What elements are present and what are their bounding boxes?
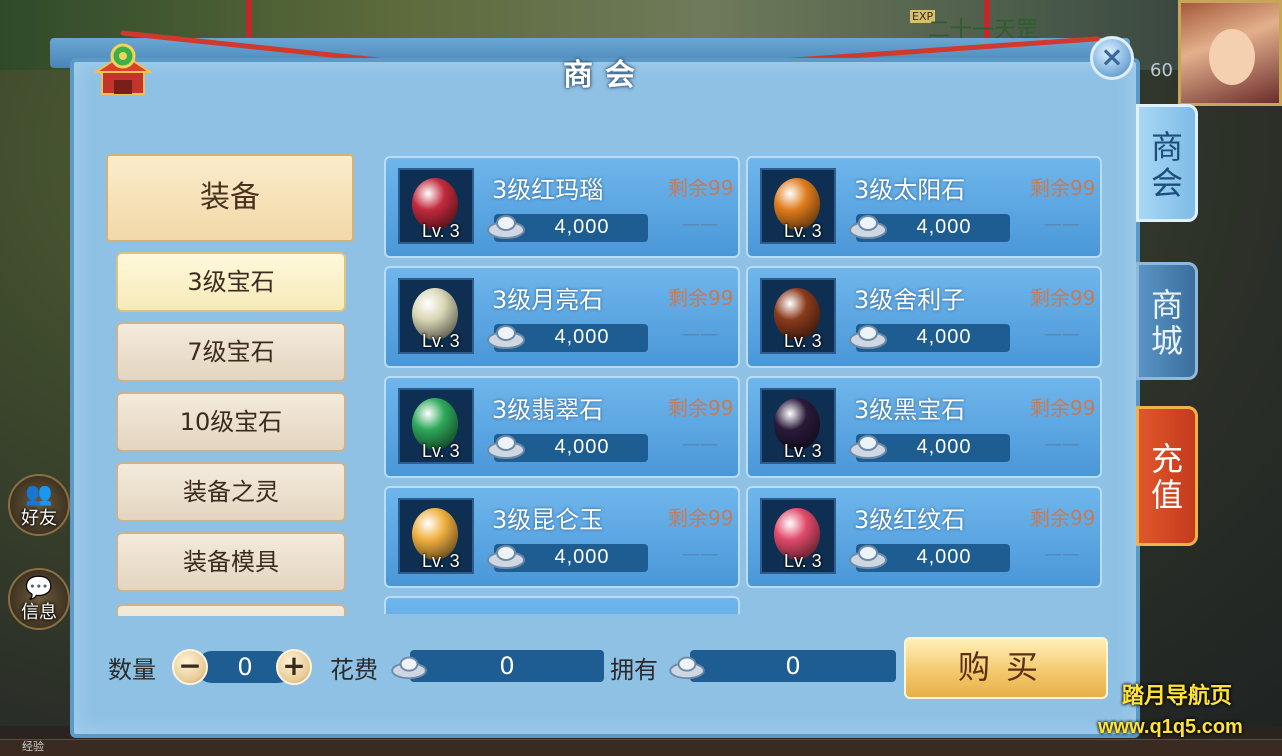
exp-label: 经验 (22, 740, 44, 753)
item-stock: 剩余99 (1030, 396, 1096, 420)
item-dash: —— (682, 434, 718, 455)
item-thumbnail: Lv. 3 (760, 498, 836, 574)
decor-rope (246, 0, 252, 40)
shop-item-card[interactable]: Lv. 3 3级红纹石 剩余99 4,000 —— (746, 486, 1102, 588)
item-thumbnail: Lv. 3 (760, 388, 836, 464)
quantity-value: 0 (237, 653, 253, 681)
shop-item-card[interactable]: Lv. 3 3级黑宝石 剩余99 4,000 —— (746, 376, 1102, 478)
shop-item-card[interactable]: Lv. 3 3级红玛瑙 剩余99 4,000 —— (384, 156, 740, 258)
tab-recharge[interactable]: 充 值 (1136, 406, 1198, 546)
tab-guild-shop[interactable]: 商 会 (1136, 104, 1198, 222)
subcategory-partial[interactable] (116, 604, 346, 616)
item-price: 4,000 (554, 436, 610, 458)
item-level: Lv. 3 (422, 221, 460, 241)
item-stock: 剩余99 (668, 506, 734, 530)
item-level: Lv. 3 (784, 441, 822, 461)
item-price: 4,000 (916, 216, 972, 238)
item-price: 4,000 (554, 326, 610, 348)
watermark-url: www.q1q5.com (1098, 716, 1243, 738)
item-thumbnail: Lv. 3 (398, 278, 474, 354)
item-dash: —— (682, 324, 718, 345)
shop-item-card[interactable]: Lv. 3 3级舍利子 剩余99 4,000 —— (746, 266, 1102, 368)
shop-item-card[interactable]: Lv. 3 3级月亮石 剩余99 4,000 —— (384, 266, 740, 368)
item-level: Lv. 3 (422, 331, 460, 351)
item-name: 3级舍利子 (854, 286, 966, 314)
item-thumbnail: Lv. 3 (398, 388, 474, 464)
item-price: 4,000 (916, 326, 972, 348)
plus-icon: + (282, 649, 306, 682)
item-stock: 剩余99 (1030, 286, 1096, 310)
item-name: 3级翡翠石 (492, 396, 604, 424)
item-dash: —— (682, 214, 718, 235)
item-stock: 剩余99 (1030, 506, 1096, 530)
item-level: Lv. 3 (784, 221, 822, 241)
increase-button[interactable]: + (276, 649, 312, 685)
subcategory-gem-lv3[interactable]: 3级宝石 (116, 252, 346, 312)
item-thumbnail: Lv. 3 (760, 278, 836, 354)
tab-recharge-label: 充 值 (1150, 440, 1183, 514)
item-name: 3级月亮石 (492, 286, 604, 314)
item-price: 4,000 (916, 546, 972, 568)
item-dash: —— (1044, 324, 1080, 345)
cost-value: 0 (499, 652, 515, 680)
item-stock: 剩余99 (668, 286, 734, 310)
item-thumbnail: Lv. 3 (760, 168, 836, 244)
tab-mall[interactable]: 商 城 (1136, 262, 1198, 380)
item-dash: —— (1044, 214, 1080, 235)
window-title: 商会 (563, 58, 647, 93)
item-dash: —— (1044, 544, 1080, 565)
item-level: Lv. 3 (784, 331, 822, 351)
item-grid: Lv. 3 3级红玛瑙 剩余99 4,000 —— Lv. 3 3级太阳石 剩余99 4,000… (384, 156, 1108, 614)
subcategory-equipment-mold[interactable]: 装备模具 (116, 532, 346, 592)
friends-button[interactable]: 👥 好友 (8, 474, 70, 536)
item-price: 4,000 (554, 546, 610, 568)
category-list-overflow (116, 604, 346, 616)
quantity-label: 数量 (108, 656, 156, 684)
item-dash: —— (1044, 434, 1080, 455)
item-dash: —— (682, 544, 718, 565)
decrease-button[interactable]: − (172, 649, 208, 685)
exp-bar: 经验 (0, 739, 1282, 756)
minus-icon: − (178, 649, 202, 682)
category-equipment[interactable]: 装备 (106, 154, 354, 242)
item-name: 3级昆仑玉 (492, 506, 604, 534)
tab-mall-label: 商 城 (1150, 286, 1183, 360)
item-name: 3级太阳石 (854, 176, 966, 204)
shop-item-card[interactable]: Lv. 3 3级昆仑玉 剩余99 4,000 —— (384, 486, 740, 588)
item-level: Lv. 3 (422, 441, 460, 461)
close-icon: × (1100, 40, 1124, 73)
item-name: 3级黑宝石 (854, 396, 966, 424)
item-stock: 剩余99 (668, 396, 734, 420)
shop-item-card-partial[interactable] (384, 596, 740, 614)
messages-label: 信息 (21, 602, 57, 623)
subcategory-gem-lv10[interactable]: 10级宝石 (116, 392, 346, 452)
item-thumbnail: Lv. 3 (398, 168, 474, 244)
item-price: 4,000 (916, 436, 972, 458)
cost-label: 花费 (330, 656, 378, 684)
item-level: Lv. 3 (784, 551, 822, 571)
item-stock: 剩余99 (1030, 176, 1096, 200)
item-thumbnail: Lv. 3 (398, 498, 474, 574)
owned-label: 拥有 (610, 656, 658, 684)
close-button[interactable]: × (1090, 36, 1134, 80)
item-name: 3级红玛瑙 (492, 176, 604, 204)
item-price: 4,000 (554, 216, 610, 238)
item-name: 3级红纹石 (854, 506, 966, 534)
tab-guild-shop-label: 商 会 (1150, 128, 1183, 202)
friends-label: 好友 (21, 508, 57, 529)
shop-item-card[interactable]: Lv. 3 3级翡翠石 剩余99 4,000 —— (384, 376, 740, 478)
shop-item-card[interactable]: Lv. 3 3级太阳石 剩余99 4,000 —— (746, 156, 1102, 258)
subcategory-equipment-spirit[interactable]: 装备之灵 (116, 462, 346, 522)
item-level: Lv. 3 (422, 551, 460, 571)
buy-button[interactable]: 购买 (904, 637, 1108, 699)
messages-button[interactable]: 💬 信息 (8, 568, 70, 630)
owned-value: 0 (785, 652, 801, 680)
subcategory-gem-lv7[interactable]: 7级宝石 (116, 322, 346, 382)
item-stock: 剩余99 (668, 176, 734, 200)
watermark-title: 踏月导航页 (1122, 684, 1233, 709)
